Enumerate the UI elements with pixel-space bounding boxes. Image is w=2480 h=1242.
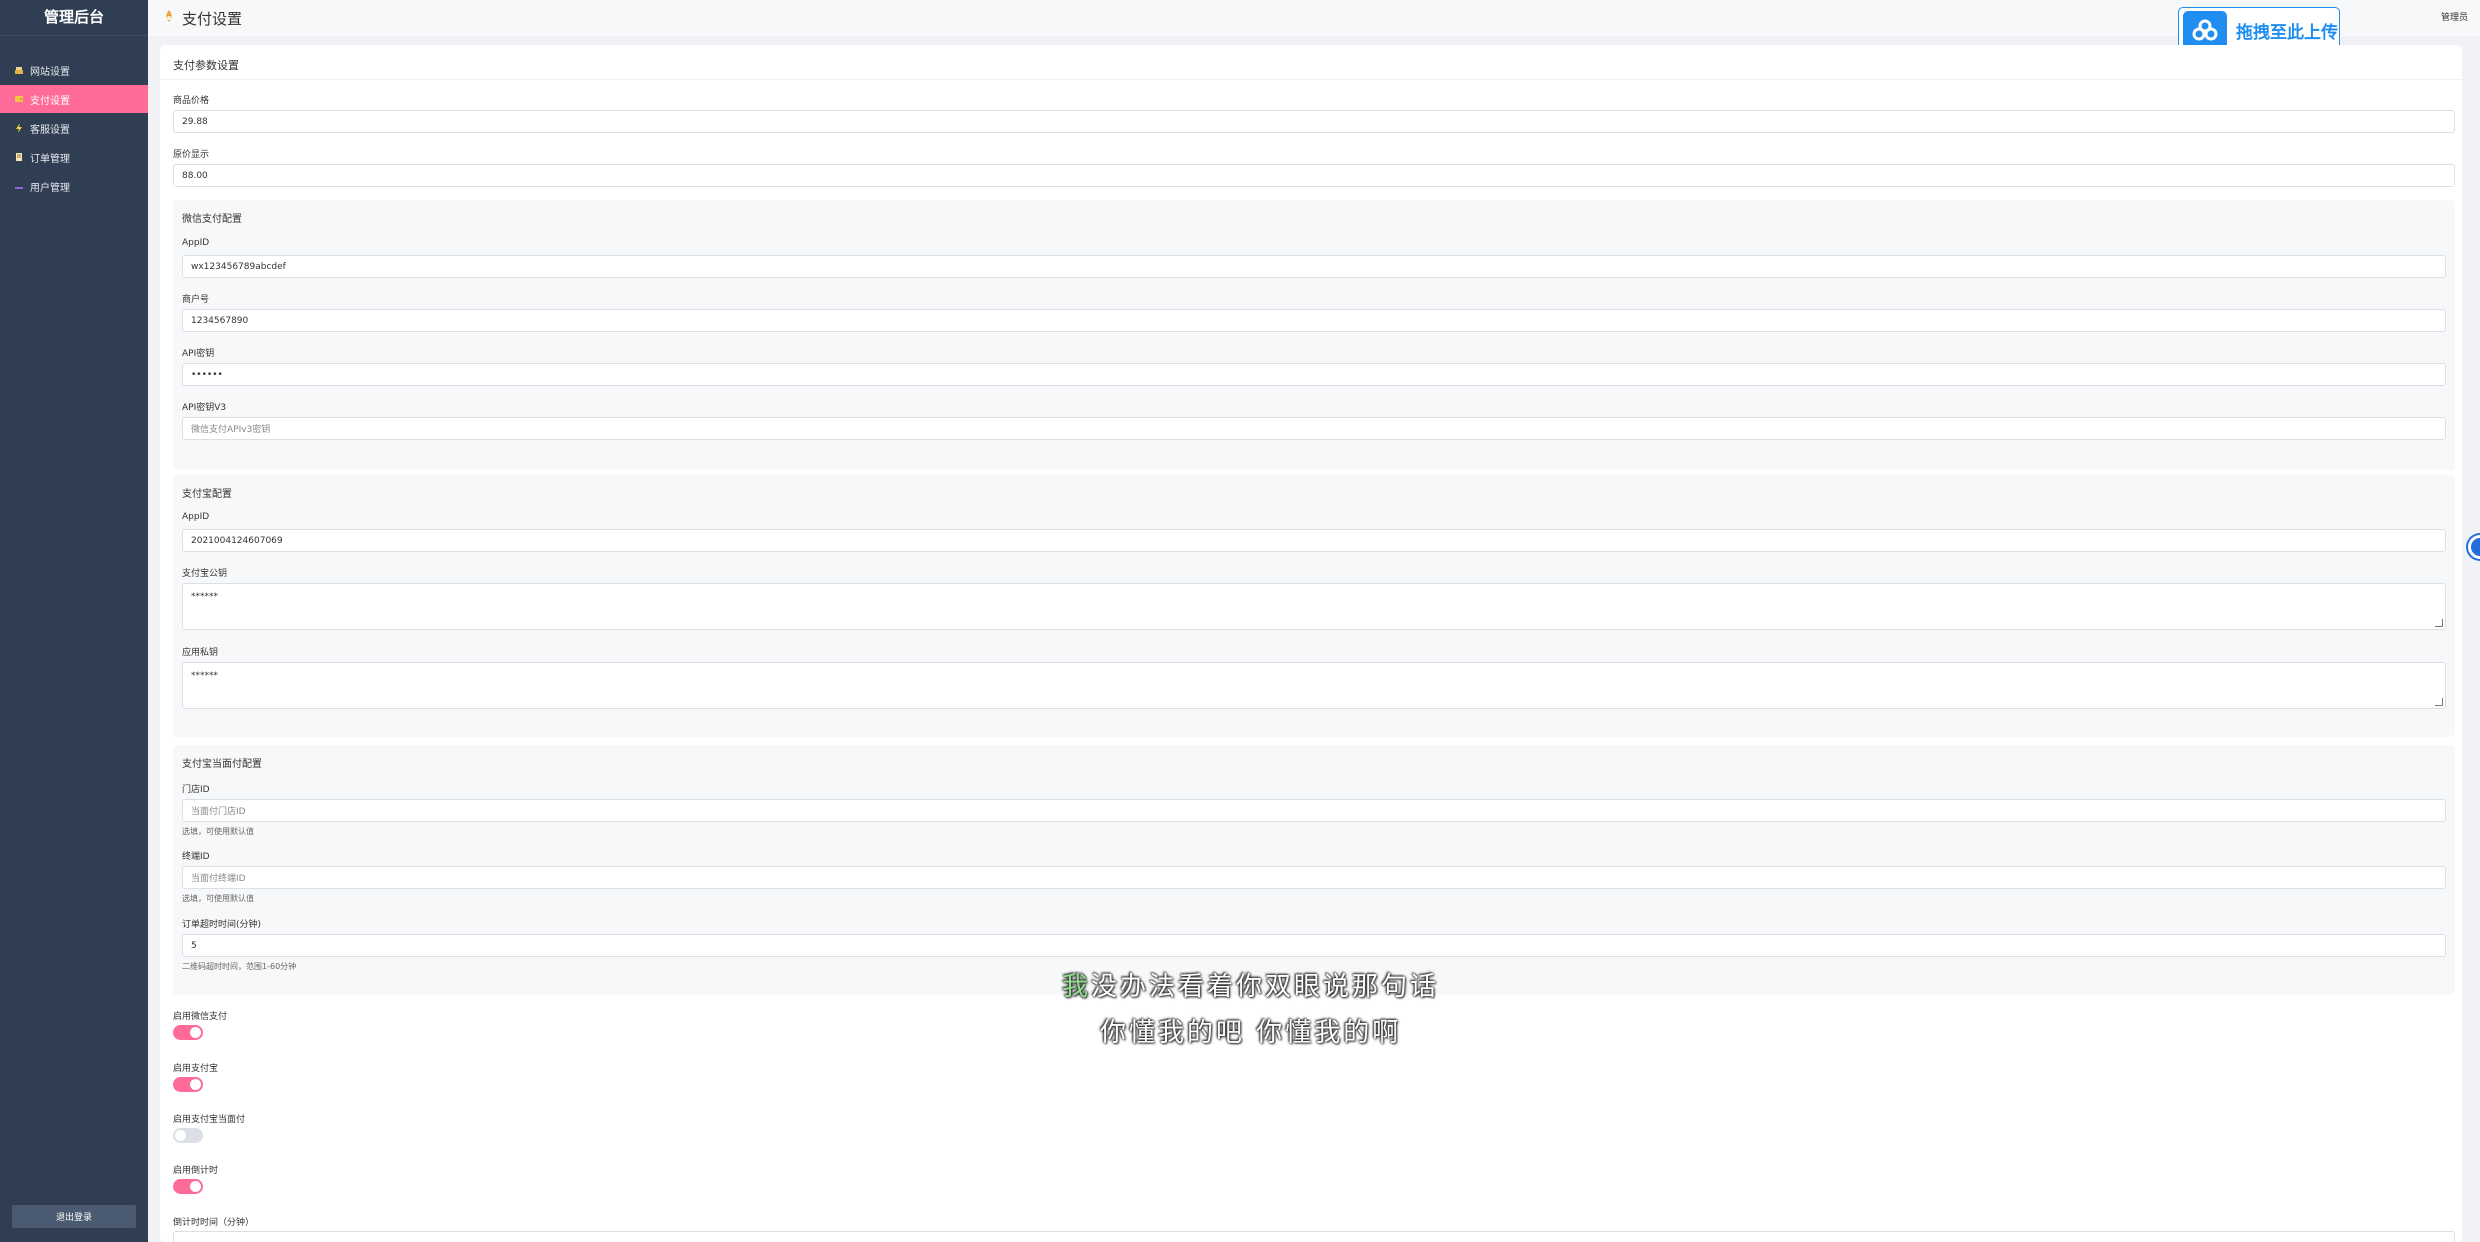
timeout-input[interactable]: 5 xyxy=(182,934,2446,957)
payment-settings-panel: 支付参数设置 商品价格 29.88 原价显示 88.00 微信支付配置 AppI… xyxy=(160,45,2462,1242)
sidebar-item-order-management[interactable]: 订单管理 xyxy=(0,143,148,171)
sidebar-item-user-management[interactable]: 用户管理 xyxy=(0,172,148,200)
sidebar-nav: 网站设置 支付设置 客服设置 订单管理 用户管理 xyxy=(0,56,148,200)
wechat-apikey-input[interactable]: •••••• xyxy=(182,363,2446,386)
divider xyxy=(160,79,2462,80)
wechat-appid-input[interactable]: wx123456789abcdef xyxy=(182,255,2446,278)
timeout-hint: 二维码超时时间，范围1-60分钟 xyxy=(182,962,297,971)
price-input[interactable]: 29.88 xyxy=(173,110,2455,133)
subtitle-highlight: 我 xyxy=(1062,972,1092,1002)
sidebar-item-label: 用户管理 xyxy=(30,182,70,194)
alipay-card: 支付宝配置 AppID 2021004124607069 支付宝公钥 *****… xyxy=(173,475,2455,737)
terminal-id-label: 终端ID xyxy=(182,852,210,862)
alipay-appid-label: AppID xyxy=(182,512,210,522)
toggle-face-pay-label: 启用支付宝当面付 xyxy=(173,1115,246,1125)
toggle-alipay-switch[interactable] xyxy=(173,1077,203,1092)
timeout-label: 订单超时时间(分钟) xyxy=(182,920,262,930)
terminal-id-input[interactable]: 当面付终端ID xyxy=(182,866,2446,889)
sidebar: 管理后台 网站设置 支付设置 客服设置 订单管理 用户管理 退出登录 xyxy=(0,0,148,1242)
sidebar-item-label: 网站设置 xyxy=(30,66,70,78)
alipay-privkey-textarea[interactable]: ****** xyxy=(182,662,2446,709)
video-subtitle-line-1: 我没办法看着你双眼说那句话 xyxy=(1062,966,1439,1003)
store-id-label: 门店ID xyxy=(182,785,210,795)
cloud-icon xyxy=(2183,11,2227,49)
orig-price-input[interactable]: 88.00 xyxy=(173,164,2455,187)
sidebar-item-payment-settings[interactable]: 支付设置 xyxy=(0,85,148,113)
document-icon xyxy=(14,152,24,162)
user-name[interactable]: 管理员 xyxy=(2441,10,2468,23)
lightning-icon xyxy=(14,123,24,133)
upload-label: 拖拽至此上传 xyxy=(2236,22,2338,43)
orig-price-label: 原价显示 xyxy=(173,150,210,160)
wechat-mchid-input[interactable]: 1234567890 xyxy=(182,309,2446,332)
toggle-wechat-switch[interactable] xyxy=(173,1025,203,1040)
card-title: 支付宝配置 xyxy=(182,489,232,500)
alipay-pubkey-textarea[interactable]: ****** xyxy=(182,583,2446,630)
wechat-apikey-label: API密钥 xyxy=(182,349,215,359)
wechat-mchid-label: 商户号 xyxy=(182,295,210,305)
countdown-time-input[interactable] xyxy=(173,1231,2455,1242)
wallet-icon xyxy=(14,94,24,104)
terminal-id-hint: 选填，可使用默认值 xyxy=(182,894,254,903)
sidebar-item-label: 订单管理 xyxy=(30,153,70,165)
toggle-alipay-label: 启用支付宝 xyxy=(173,1064,219,1074)
subtitle-text: 没办法看着你双眼说那句话 xyxy=(1091,972,1440,1002)
sidebar-item-service-settings[interactable]: 客服设置 xyxy=(0,114,148,142)
header: 支付设置 管理员 xyxy=(148,0,2480,36)
card-title: 支付宝当面付配置 xyxy=(182,759,262,770)
textarea-value: ****** xyxy=(191,592,218,602)
toggle-countdown-switch[interactable] xyxy=(173,1179,203,1194)
textarea-value: ****** xyxy=(191,671,218,681)
user-icon xyxy=(14,181,24,191)
card-title: 微信支付配置 xyxy=(182,214,242,225)
store-id-hint: 选填，可使用默认值 xyxy=(182,827,254,836)
store-id-input[interactable]: 当面付门店ID xyxy=(182,799,2446,822)
wallet-icon xyxy=(162,9,176,27)
switch-knob xyxy=(190,1079,201,1090)
sidebar-item-site-settings[interactable]: 网站设置 xyxy=(0,56,148,84)
wechat-apikey-v3-label: API密钥V3 xyxy=(182,403,227,413)
countdown-time-label: 倒计时时间（分钟） xyxy=(173,1218,255,1228)
wechat-apikey-v3-input[interactable]: 微信支付APIv3密钥 xyxy=(182,417,2446,440)
resize-handle-icon[interactable] xyxy=(2435,698,2443,706)
page-title: 支付设置 xyxy=(182,9,243,28)
alipay-privkey-label: 应用私钥 xyxy=(182,648,219,658)
wechat-pay-card: 微信支付配置 AppID wx123456789abcdef 商户号 12345… xyxy=(173,200,2455,470)
resize-handle-icon[interactable] xyxy=(2435,619,2443,627)
wechat-appid-label: AppID xyxy=(182,238,210,248)
price-label: 商品价格 xyxy=(173,96,210,106)
section-title: 支付参数设置 xyxy=(173,59,239,72)
alipay-appid-input[interactable]: 2021004124607069 xyxy=(182,529,2446,552)
alipay-face-pay-card: 支付宝当面付配置 门店ID 当面付门店ID 选填，可使用默认值 终端ID 当面付… xyxy=(173,745,2455,995)
toggle-countdown-label: 启用倒计时 xyxy=(173,1166,219,1176)
logout-button[interactable]: 退出登录 xyxy=(12,1205,136,1228)
toggle-face-pay-switch[interactable] xyxy=(173,1128,203,1143)
switch-knob xyxy=(190,1027,201,1038)
alipay-pubkey-label: 支付宝公钥 xyxy=(182,569,228,579)
switch-knob xyxy=(190,1181,201,1192)
toggle-wechat-label: 启用微信支付 xyxy=(173,1012,228,1022)
switch-knob xyxy=(175,1130,186,1141)
brand-title: 管理后台 xyxy=(0,0,148,36)
sidebar-item-label: 支付设置 xyxy=(30,95,70,107)
sidebar-item-label: 客服设置 xyxy=(30,124,70,136)
video-subtitle-line-2: 你懂我的吧 你懂我的啊 xyxy=(1100,1018,1402,1048)
floating-assistant-icon[interactable] xyxy=(2468,535,2480,559)
cake-icon xyxy=(14,65,24,75)
